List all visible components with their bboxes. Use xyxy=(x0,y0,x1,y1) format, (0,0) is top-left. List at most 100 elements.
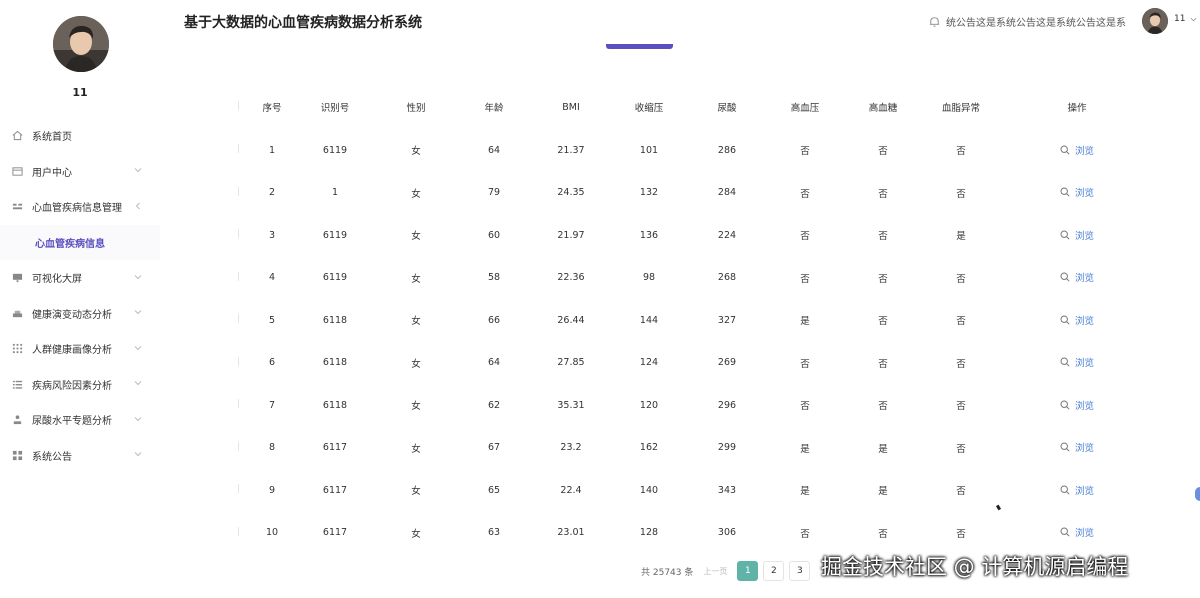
row-select-cell[interactable] xyxy=(232,172,244,215)
row-select-cell[interactable] xyxy=(232,214,244,257)
column-header: 性别 xyxy=(406,103,426,114)
table-cell: 306 xyxy=(717,527,737,539)
table-cell: 否 xyxy=(800,401,810,413)
page-title: 基于大数据的心血管疾病数据分析系统 xyxy=(184,15,422,31)
search-icon xyxy=(1060,442,1070,452)
list-icon xyxy=(11,378,23,390)
view-button[interactable]: 浏览 xyxy=(1060,440,1094,454)
table-cell: 23.2 xyxy=(560,442,582,454)
table-row: 10 6117 女 63 23.01 128 306 否 否 否 浏览 xyxy=(232,512,1160,555)
row-select-cell[interactable] xyxy=(232,257,244,300)
table-cell: 22.36 xyxy=(557,272,585,284)
row-select-cell[interactable] xyxy=(232,427,244,470)
chevron-left-icon xyxy=(134,202,142,210)
avatar-photo-icon xyxy=(1142,8,1168,34)
header-username[interactable]: 11 xyxy=(1174,14,1185,24)
row-select-cell[interactable] xyxy=(232,384,244,427)
watermark: 掘金技术社区 @ 计算机源启编程 xyxy=(821,555,1129,579)
page-button-2[interactable]: 2 xyxy=(763,561,785,581)
table-cell: 136 xyxy=(639,229,659,241)
row-select-cell[interactable] xyxy=(232,512,244,555)
sidebar-item-user-center[interactable]: 用户中心 xyxy=(0,154,160,190)
view-button[interactable]: 浏览 xyxy=(1060,483,1094,497)
table-cell: 否 xyxy=(956,401,966,413)
action-cell: 浏览 xyxy=(994,427,1160,470)
table-cell: 10 xyxy=(265,527,279,539)
page-button-1[interactable]: 1 xyxy=(737,561,759,581)
sidebar-item-cardio-management[interactable]: 心血管疾病信息管理 xyxy=(0,189,160,225)
search-icon xyxy=(1060,400,1070,410)
bell-icon[interactable] xyxy=(928,13,942,27)
row-select-cell[interactable] xyxy=(232,299,244,342)
table-cell: 6117 xyxy=(322,527,348,539)
table-cell: 62 xyxy=(487,399,501,411)
table-cell: 否 xyxy=(800,528,810,540)
action-cell: 浏览 xyxy=(994,342,1160,385)
table-cell: 63 xyxy=(487,527,501,539)
select-column-header xyxy=(232,85,244,129)
row-select-cell[interactable] xyxy=(232,469,244,512)
table-cell: 否 xyxy=(956,188,966,200)
view-button[interactable]: 浏览 xyxy=(1060,313,1094,327)
table-row: 9 6117 女 65 22.4 140 343 是 是 否 浏览 xyxy=(232,469,1160,512)
chevron-down-icon xyxy=(134,344,142,352)
table-cell: 6117 xyxy=(322,442,348,454)
table-cell: 101 xyxy=(639,144,659,156)
view-button[interactable]: 浏览 xyxy=(1060,143,1094,157)
table-cell: 否 xyxy=(800,188,810,200)
user-card-icon xyxy=(11,165,23,177)
row-select-cell[interactable] xyxy=(232,129,244,172)
table-cell: 98 xyxy=(642,272,656,284)
chevron-down-icon xyxy=(134,379,142,387)
view-button[interactable]: 浏览 xyxy=(1060,185,1094,199)
sidebar-subitem-cardio-info[interactable]: 心血管疾病信息 xyxy=(0,224,160,260)
column-header: 序号 xyxy=(262,103,282,114)
view-button[interactable]: 浏览 xyxy=(1060,270,1094,284)
page-button-3[interactable]: 3 xyxy=(789,561,811,581)
table-row: 7 6118 女 62 35.31 120 296 否 否 否 浏览 xyxy=(232,384,1160,427)
table-cell: 299 xyxy=(717,442,737,454)
sidebar-item-label: 尿酸水平专题分析 xyxy=(32,416,112,428)
table-cell: 343 xyxy=(717,484,737,496)
view-button[interactable]: 浏览 xyxy=(1060,398,1094,412)
announcement-marquee: 统公告这是系统公告这是系统公告这是系统公告 xyxy=(946,18,1126,29)
chevron-down-icon[interactable] xyxy=(1190,16,1197,23)
search-icon xyxy=(1060,272,1070,282)
table-cell: 64 xyxy=(487,357,501,369)
sidebar-item-label: 系统公告 xyxy=(32,451,72,463)
table-cell: 6118 xyxy=(322,399,348,411)
sidebar-item-population-portrait[interactable]: 人群健康画像分析 xyxy=(0,331,160,367)
sidebar-item-uric-acid[interactable]: 尿酸水平专题分析 xyxy=(0,402,160,438)
apps-grid-icon xyxy=(11,449,23,461)
table-cell: 否 xyxy=(800,146,810,158)
avatar[interactable] xyxy=(53,16,109,72)
column-header: 识别号 xyxy=(320,103,350,114)
table-cell: 144 xyxy=(639,314,659,326)
table-cell: 女 xyxy=(411,188,421,200)
sidebar-item-health-evolution[interactable]: 健康演变动态分析 xyxy=(0,296,160,332)
view-button[interactable]: 浏览 xyxy=(1060,228,1094,242)
row-select-cell[interactable] xyxy=(232,342,244,385)
view-button[interactable]: 浏览 xyxy=(1060,525,1094,539)
table-cell: 162 xyxy=(639,442,659,454)
table-cell: 女 xyxy=(411,443,421,455)
sidebar-item-big-screen[interactable]: 可视化大屏 xyxy=(0,260,160,296)
search-icon xyxy=(1060,357,1070,367)
sidebar-item-risk-factors[interactable]: 疾病风险因素分析 xyxy=(0,367,160,403)
sidebar-item-announcements[interactable]: 系统公告 xyxy=(0,438,160,474)
search-icon xyxy=(1060,485,1070,495)
header-avatar[interactable] xyxy=(1142,8,1168,34)
sidebar-item-label: 心血管疾病信息管理 xyxy=(32,203,122,215)
prev-page-button[interactable]: 上一页 xyxy=(703,566,727,577)
table-cell: 6118 xyxy=(322,314,348,326)
table-cell: 女 xyxy=(411,273,421,285)
column-header: 高血糖 xyxy=(868,103,898,114)
person-icon xyxy=(11,414,23,426)
view-button[interactable]: 浏览 xyxy=(1060,355,1094,369)
floating-help-button[interactable] xyxy=(1195,487,1200,501)
sidebar-item-home[interactable]: 系统首页 xyxy=(0,118,160,154)
table-cell: 否 xyxy=(878,231,888,243)
table-row: 5 6118 女 66 26.44 144 327 是 否 否 浏览 xyxy=(232,299,1160,342)
chevron-down-icon xyxy=(134,415,142,423)
table-cell: 66 xyxy=(487,314,501,326)
